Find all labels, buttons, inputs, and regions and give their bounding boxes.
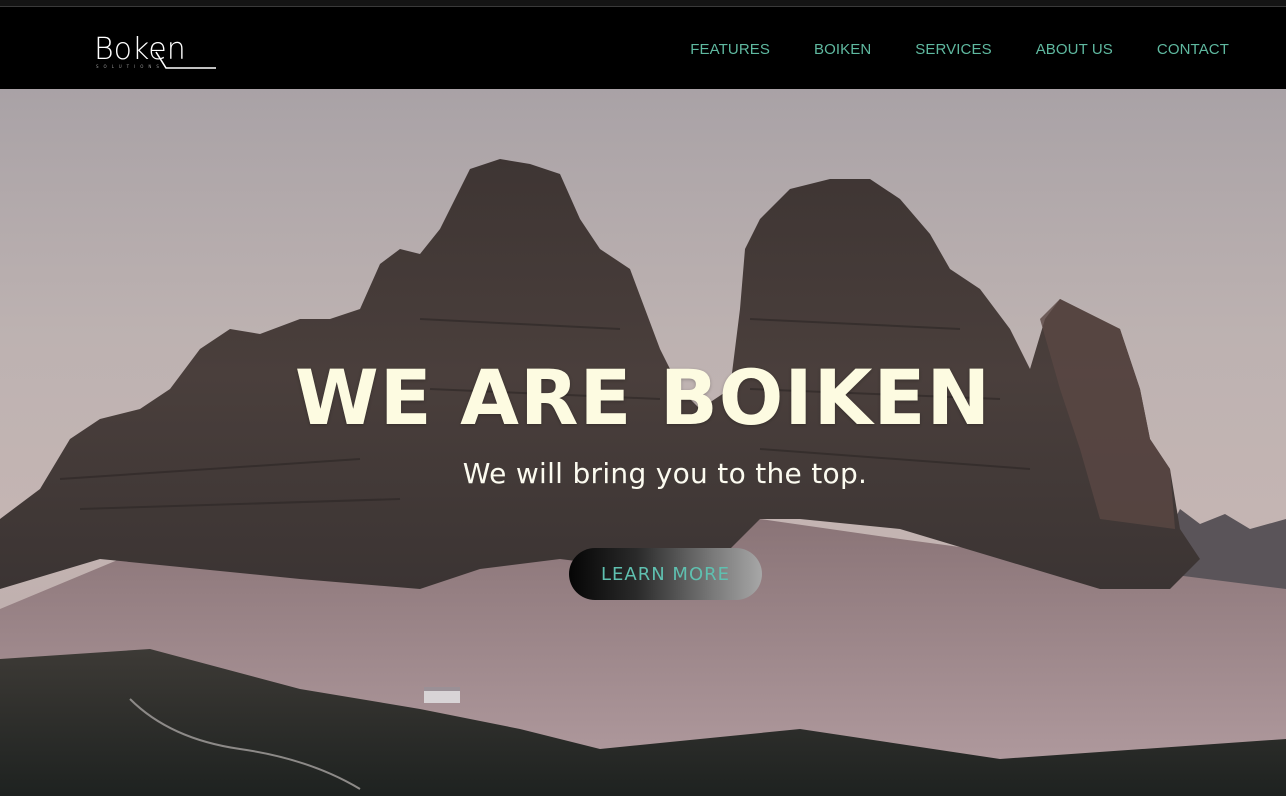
nav-boiken[interactable]: BOIKEN xyxy=(814,41,871,58)
nav-contact[interactable]: CONTACT xyxy=(1157,41,1229,58)
brand-logo[interactable]: Boken SOLUTIONS xyxy=(94,32,220,76)
learn-more-button[interactable]: LEARN MORE xyxy=(569,548,762,600)
hero-subtitle: We will bring you to the top. xyxy=(462,457,868,490)
hero-mountain-image xyxy=(0,159,1286,796)
nav-features[interactable]: FEATURES xyxy=(690,41,770,58)
top-border xyxy=(0,0,1286,7)
nav-about-us[interactable]: ABOUT US xyxy=(1036,41,1113,58)
main-nav: FEATURES BOIKEN SERVICES ABOUT US CONTAC… xyxy=(646,41,1229,58)
hero-section: WE ARE BOIKEN We will bring you to the t… xyxy=(0,89,1286,796)
nav-services[interactable]: SERVICES xyxy=(915,41,991,58)
hero-title: WE ARE BOIKEN xyxy=(294,353,992,442)
logo-swoosh-icon xyxy=(155,51,216,69)
site-header: Boken SOLUTIONS FEATURES BOIKEN SERVICES… xyxy=(0,8,1286,89)
